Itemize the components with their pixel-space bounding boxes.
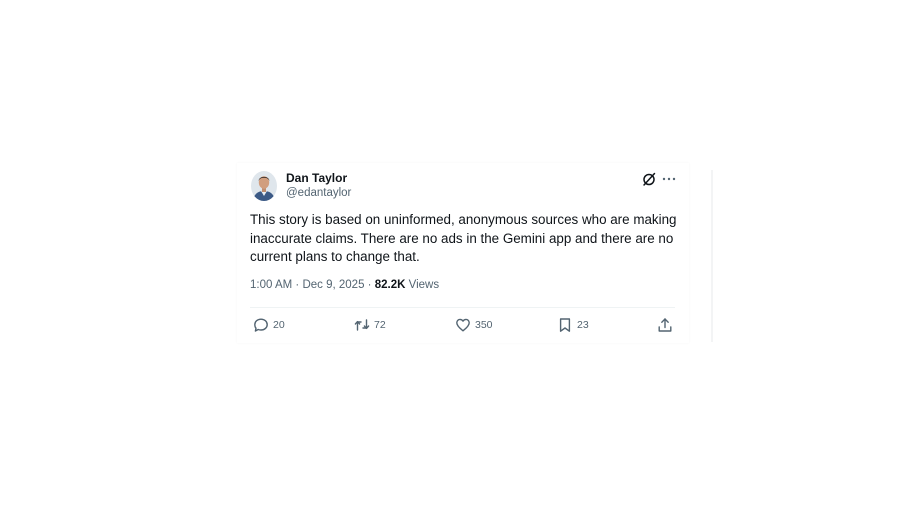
repost-count: 72 (374, 319, 386, 331)
tweet-date[interactable]: Dec 9, 2025 (302, 279, 364, 291)
meta-separator-2: · (367, 279, 372, 291)
adjacent-panel-edge (711, 170, 713, 342)
more-options-icon[interactable] (661, 171, 677, 187)
bookmark-icon (559, 318, 571, 332)
bookmark-count: 23 (577, 319, 589, 331)
page: Dan Taylor @edantaylor This story is bas… (0, 0, 905, 509)
author-avatar[interactable] (251, 171, 277, 201)
meta-separator: · (295, 279, 300, 291)
heart-icon (456, 318, 470, 332)
tweet-time[interactable]: 1:00 AM (250, 279, 292, 291)
reply-icon (254, 318, 268, 332)
author-handle[interactable]: @edantaylor (286, 187, 351, 199)
share-button[interactable] (657, 316, 673, 334)
grok-icon[interactable] (641, 171, 657, 187)
bookmark-button[interactable]: 23 (557, 316, 589, 334)
like-count: 350 (475, 319, 493, 331)
views-label: Views (408, 279, 440, 291)
repost-icon (354, 319, 370, 331)
tweet-metadata: 1:00 AM · Dec 9, 2025 · 82.2K Views (250, 279, 439, 291)
like-button[interactable]: 350 (455, 316, 493, 334)
profile-photo-icon (251, 171, 277, 201)
tweet-text: This story is based on uninformed, anony… (250, 212, 677, 264)
repost-button[interactable]: 72 (354, 316, 386, 334)
reply-button[interactable]: 20 (253, 316, 285, 334)
tweet-card[interactable]: Dan Taylor @edantaylor This story is bas… (237, 163, 689, 343)
divider (250, 307, 675, 308)
views-count[interactable]: 82.2K (375, 279, 406, 291)
share-icon (658, 318, 672, 332)
author-name[interactable]: Dan Taylor (286, 171, 347, 185)
reply-count: 20 (273, 319, 285, 331)
